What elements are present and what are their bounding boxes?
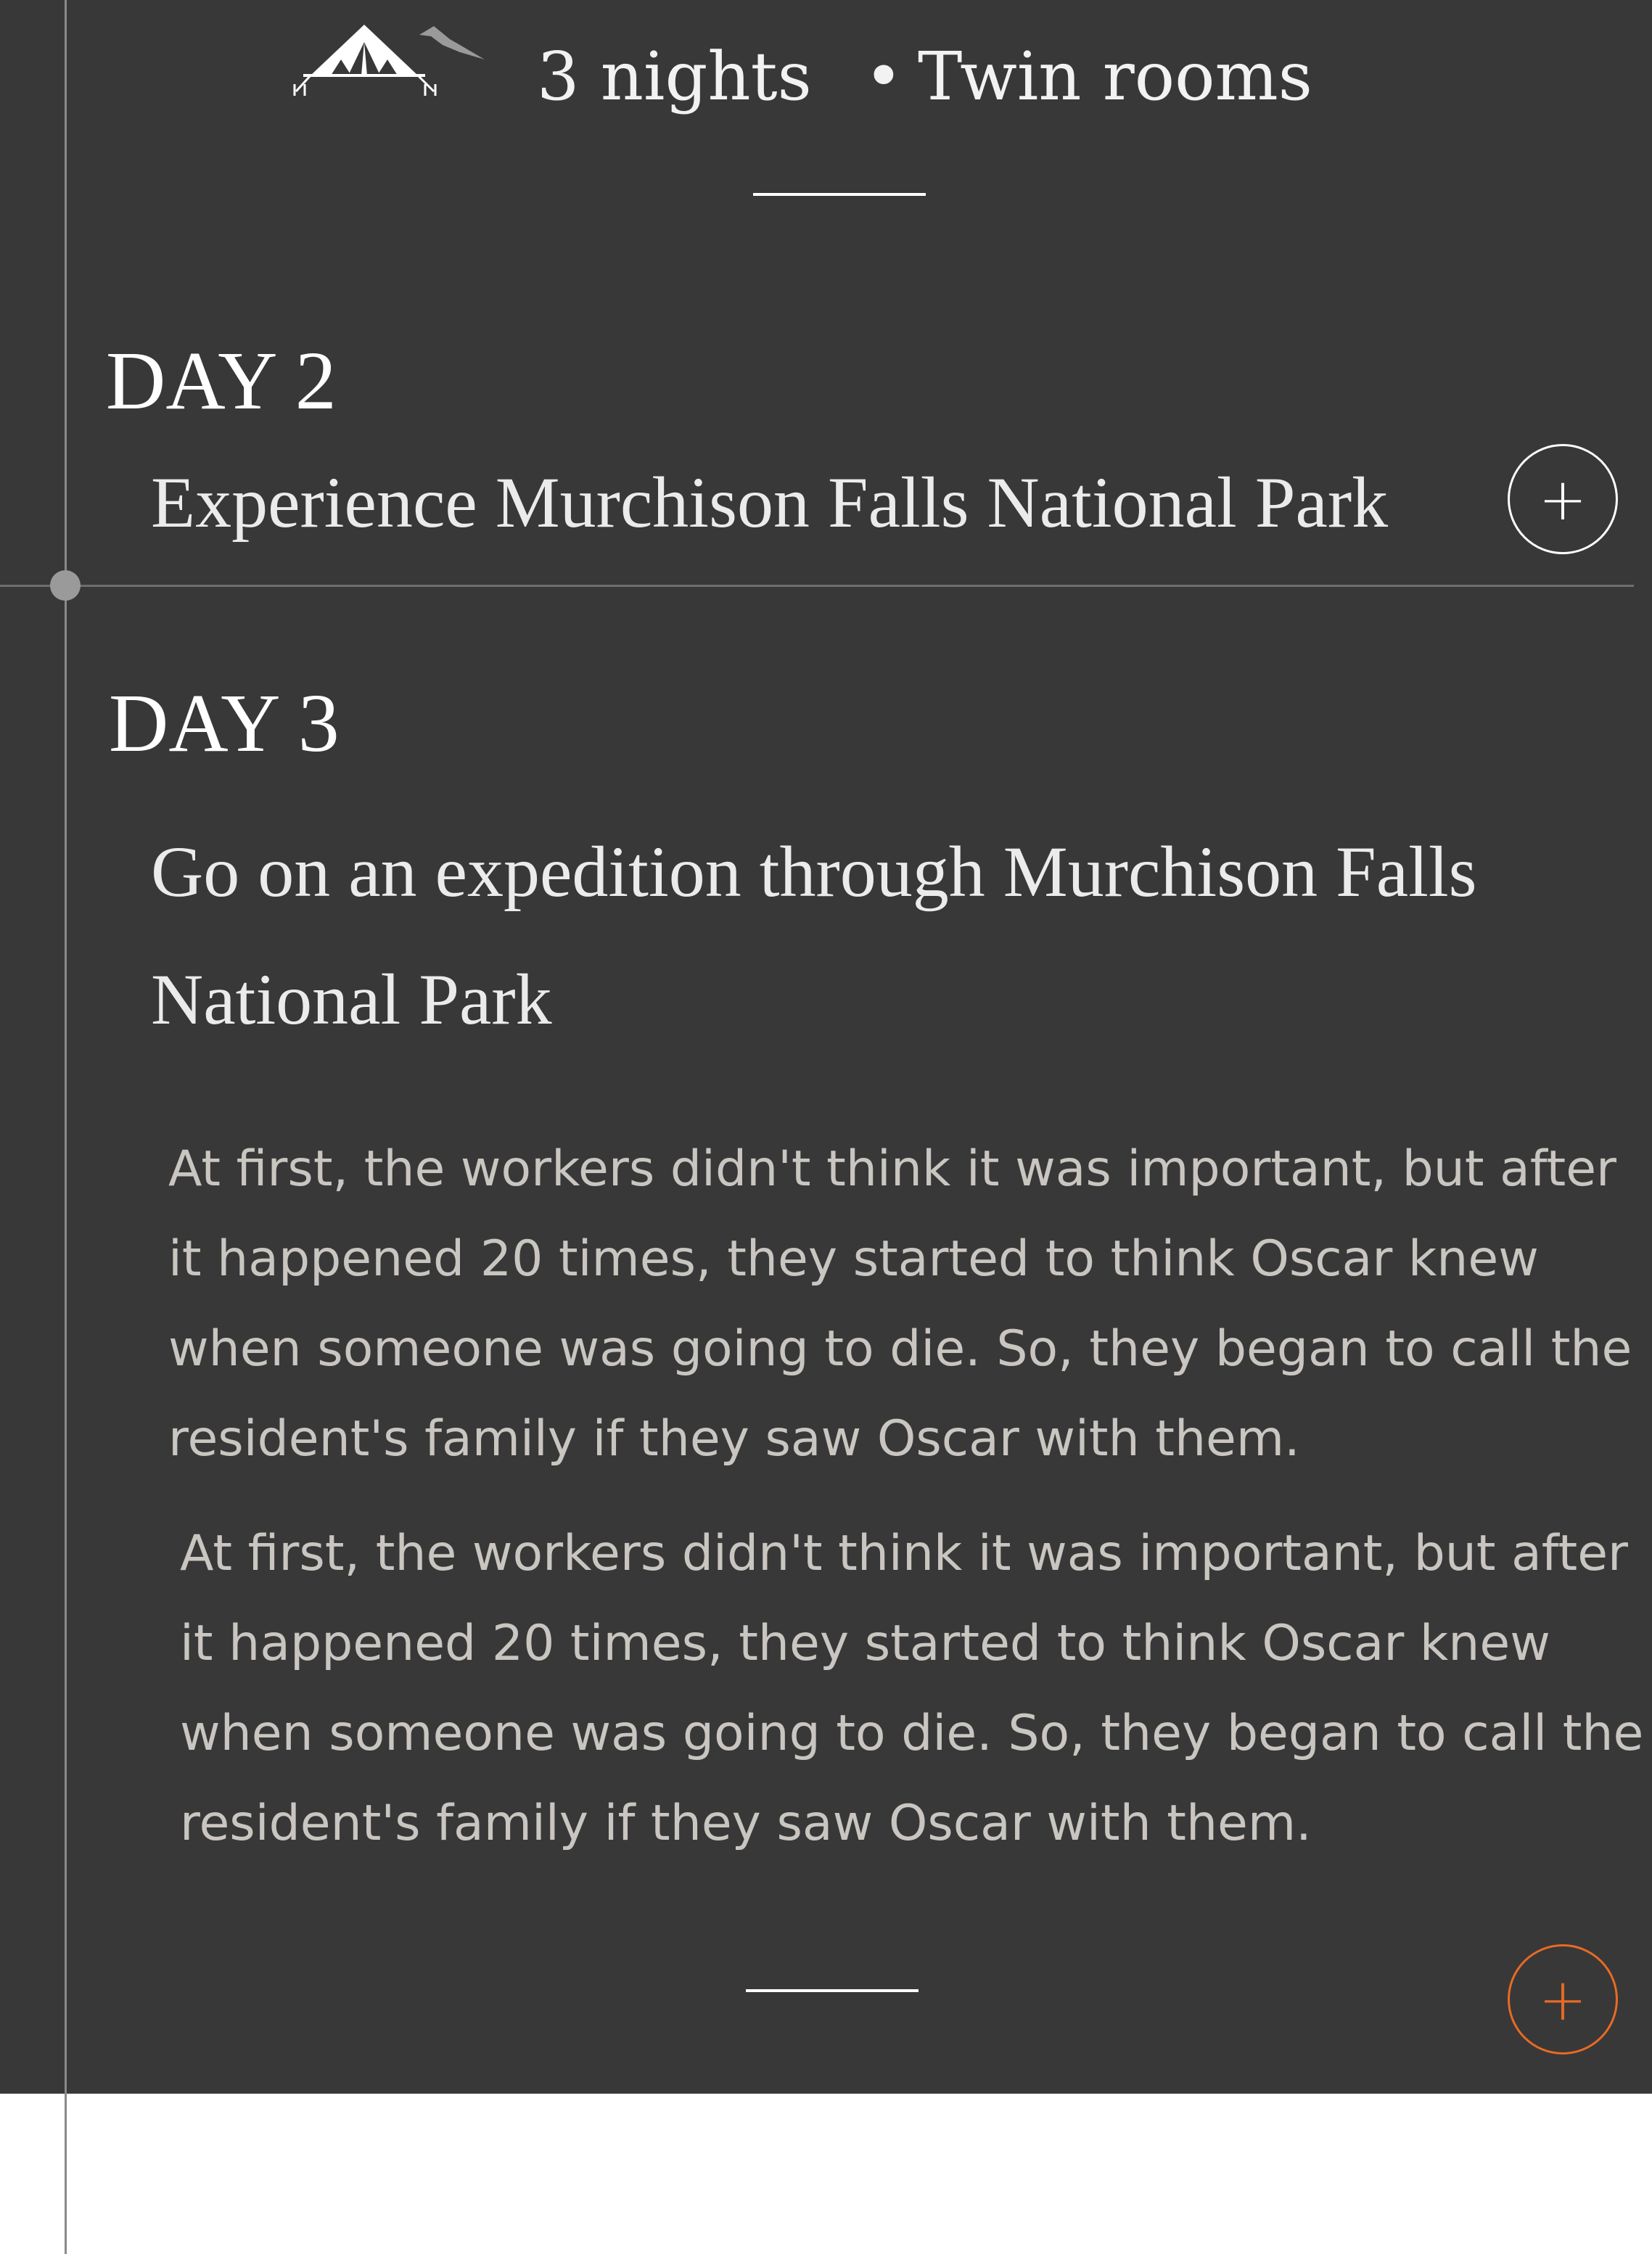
timeline-line xyxy=(65,0,67,2254)
timeline-marker xyxy=(50,570,81,601)
day-3-expand-button[interactable]: + xyxy=(1508,1944,1618,2054)
day-divider xyxy=(0,585,1634,587)
room-type: Twin rooms xyxy=(918,38,1313,115)
separator-bullet: • xyxy=(863,38,904,115)
tent-logo-icon xyxy=(293,25,485,96)
section-divider xyxy=(746,1989,919,1992)
day-3-description: At first, the workers didn't think it wa… xyxy=(180,1525,1644,1852)
trip-summary: 3 nights • Twin rooms xyxy=(537,32,1312,122)
nights-count: 3 nights xyxy=(537,38,812,115)
day-2-label: DAY 2 xyxy=(106,334,337,427)
day-3-description: At first, the workers didn't think it wa… xyxy=(168,1140,1632,1468)
header-divider xyxy=(753,193,926,196)
itinerary-page: 3 nights • Twin rooms DAY 2 Experience Mur… xyxy=(0,0,1652,2254)
day-2-expand-button[interactable]: + xyxy=(1508,444,1618,554)
plus-icon: + xyxy=(1538,1965,1587,2033)
day-2-title[interactable]: Experience Murchison Falls National Park xyxy=(151,453,1388,553)
day-3-title[interactable]: Go on an expedition through Murchison Fa… xyxy=(151,808,1529,1064)
plus-icon: + xyxy=(1538,465,1587,533)
day-3-label: DAY 3 xyxy=(109,677,340,769)
